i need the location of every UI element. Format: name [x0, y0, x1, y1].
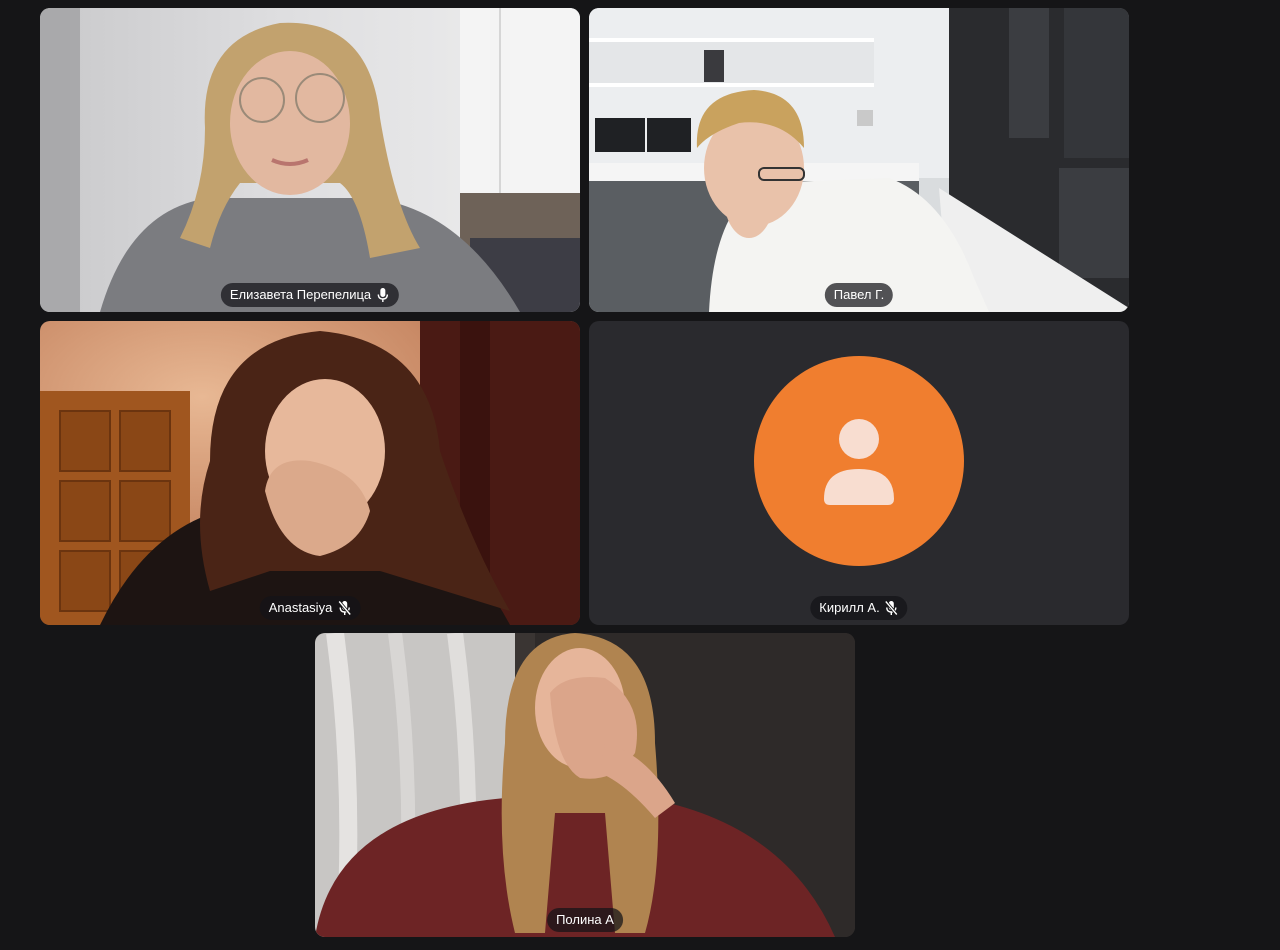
- mic-icon: [376, 287, 390, 303]
- participant-name: Полина А: [556, 912, 614, 927]
- participant-video: [40, 321, 580, 625]
- participant-name: Anastasiya: [268, 600, 333, 615]
- participant-tile[interactable]: Кирилл А.: [589, 321, 1129, 625]
- participant-name-tag: Полина А: [547, 908, 623, 932]
- video-call-grid: Елизавета Перепелица Павел Г. Anastasiya…: [0, 0, 1280, 950]
- participant-tile[interactable]: Anastasiya: [40, 321, 580, 625]
- participant-video: [315, 633, 855, 937]
- participant-name-tag: Павел Г.: [824, 283, 894, 307]
- participant-name-tag: Кирилл А.: [810, 596, 908, 620]
- participant-video: [589, 8, 1129, 312]
- participant-name-tag: Елизавета Перепелица: [220, 283, 400, 307]
- user-avatar-icon: [754, 356, 964, 566]
- participant-tile[interactable]: Павел Г.: [589, 8, 1129, 312]
- participant-video: [40, 8, 580, 312]
- participant-name-tag: Anastasiya: [259, 596, 361, 620]
- participant-tile[interactable]: Елизавета Перепелица: [40, 8, 580, 312]
- mic-off-icon: [885, 600, 899, 616]
- participant-tile[interactable]: Полина А: [315, 633, 855, 937]
- participant-name: Елизавета Перепелица: [229, 287, 372, 302]
- mic-off-icon: [337, 600, 351, 616]
- participant-name: Кирилл А.: [819, 600, 880, 615]
- participant-name: Павел Г.: [833, 287, 885, 302]
